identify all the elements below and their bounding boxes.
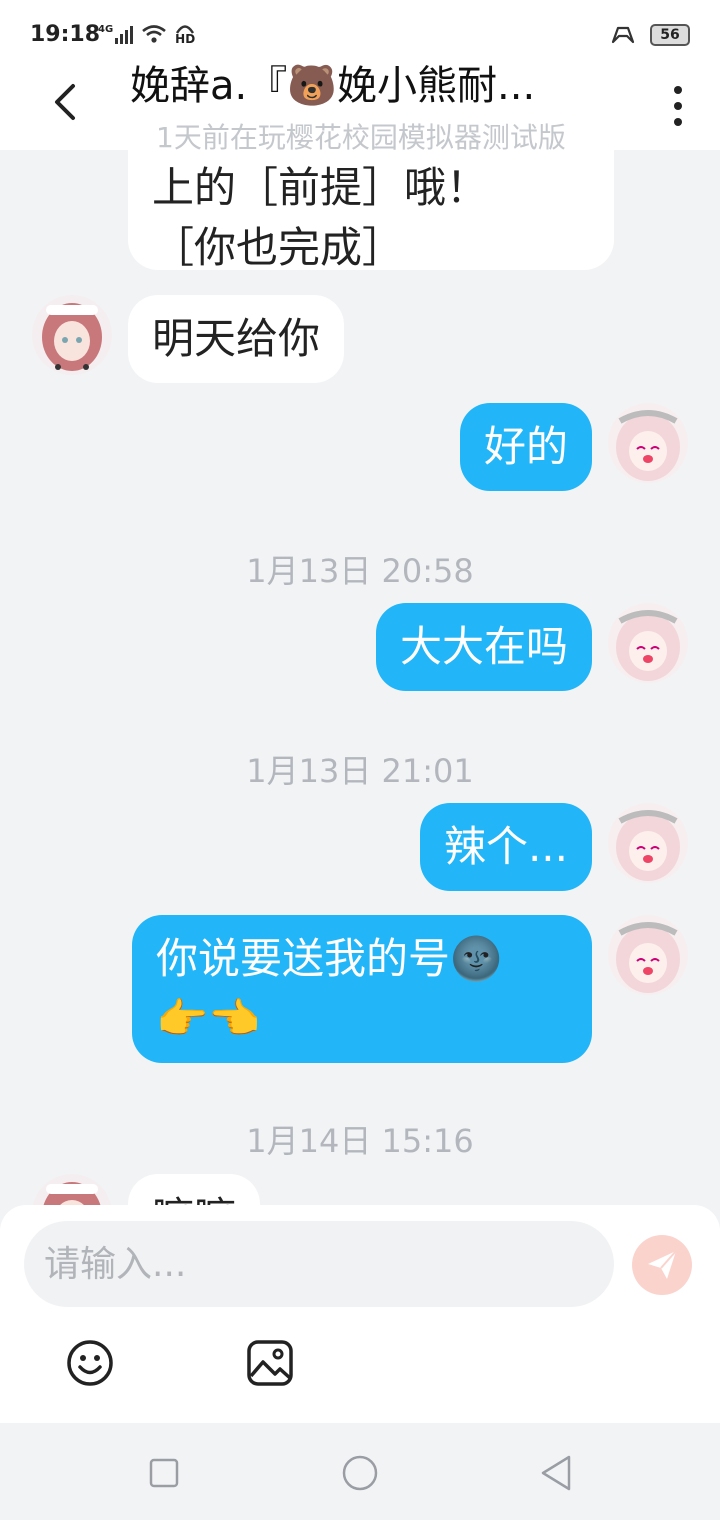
message-text: 上的［前提］哦！ <box>152 163 489 212</box>
message-bubble-outgoing[interactable]: 大大在吗 <box>375 603 592 691</box>
message-bubble-outgoing[interactable]: 好的 <box>459 403 592 491</box>
message-text: ［你也完成］ <box>152 223 405 272</box>
status-bar: 19:18 4G HD 56 <box>0 0 720 64</box>
smiley-icon <box>67 1340 113 1386</box>
image-button[interactable] <box>242 1335 298 1391</box>
square-icon <box>149 1458 179 1488</box>
my-avatar[interactable] <box>608 403 688 483</box>
system-nav-bar <box>0 1423 720 1520</box>
avatar-image <box>32 1174 112 1205</box>
back-button[interactable] <box>42 80 86 124</box>
my-avatar[interactable] <box>608 803 688 883</box>
my-avatar[interactable] <box>608 915 688 995</box>
hd-label: HD <box>175 32 196 46</box>
input-panel <box>0 1205 720 1423</box>
contact-avatar[interactable] <box>32 1174 112 1205</box>
avatar-image <box>608 603 688 683</box>
contact-avatar[interactable] <box>32 295 112 375</box>
message-timestamp: 1月13日 20:58 <box>246 552 474 590</box>
emoji-button[interactable] <box>62 1335 118 1391</box>
send-icon <box>648 1250 677 1279</box>
more-options-button[interactable] <box>666 84 690 128</box>
message-text: 大大在吗 <box>399 622 568 671</box>
message-bubble-outgoing[interactable]: 你说要送我的号🌚 👉👈 <box>132 915 592 1063</box>
message-text: 嘛嘛 <box>152 1193 236 1205</box>
cellular-signal-icon: 4G <box>98 24 134 44</box>
chevron-left-icon <box>55 84 75 120</box>
avatar-image <box>608 403 688 483</box>
back-nav-button[interactable] <box>534 1451 578 1495</box>
message-bubble-incoming[interactable]: 明天给你 <box>128 295 345 383</box>
message-text: 你说要送我的号🌚 <box>156 934 503 983</box>
image-icon <box>247 1340 293 1386</box>
network-type-label: 4G <box>98 24 114 35</box>
message-text: 好的 <box>483 422 568 471</box>
message-text: 辣个... <box>443 822 568 871</box>
message-bubble-outgoing[interactable]: 辣个... <box>419 803 592 891</box>
chat-header: 娩辞a.『🐻娩小熊耐... 1天前在玩樱花校园模拟器测试版 <box>0 64 720 154</box>
avatar-image <box>32 295 112 375</box>
avatar-image <box>608 803 688 883</box>
send-button[interactable] <box>632 1235 692 1295</box>
circle-icon <box>342 1455 378 1491</box>
chat-title[interactable]: 娩辞a.『🐻娩小熊耐... <box>130 64 600 108</box>
status-icons: 4G HD <box>98 24 196 46</box>
wifi-icon <box>142 25 166 43</box>
my-avatar[interactable] <box>608 603 688 683</box>
hd-call-icon: HD <box>175 24 196 46</box>
triangle-back-icon <box>541 1455 571 1491</box>
message-list[interactable]: 上的［前提］哦！ ［你也完成］ 明天给你 好的 1月13日 20:58 大大在吗… <box>0 150 720 1205</box>
message-input[interactable] <box>24 1221 614 1307</box>
message-bubble-incoming[interactable]: 上的［前提］哦！ ［你也完成］ <box>128 150 614 272</box>
message-text: 明天给你 <box>152 314 321 363</box>
more-vertical-icon <box>674 86 682 94</box>
home-button[interactable] <box>338 1451 382 1495</box>
avatar-image <box>608 915 688 995</box>
recent-apps-button[interactable] <box>142 1451 186 1495</box>
message-timestamp: 1月14日 15:16 <box>246 1122 474 1160</box>
status-right: 56 <box>608 24 690 46</box>
message-bubble-incoming[interactable]: 嘛嘛 <box>128 1174 261 1205</box>
message-timestamp: 1月13日 21:01 <box>246 752 474 790</box>
status-time: 19:18 <box>30 22 101 47</box>
game-mode-icon <box>611 26 635 44</box>
battery-indicator: 56 <box>650 24 690 46</box>
message-text: 👉👈 <box>156 994 261 1043</box>
